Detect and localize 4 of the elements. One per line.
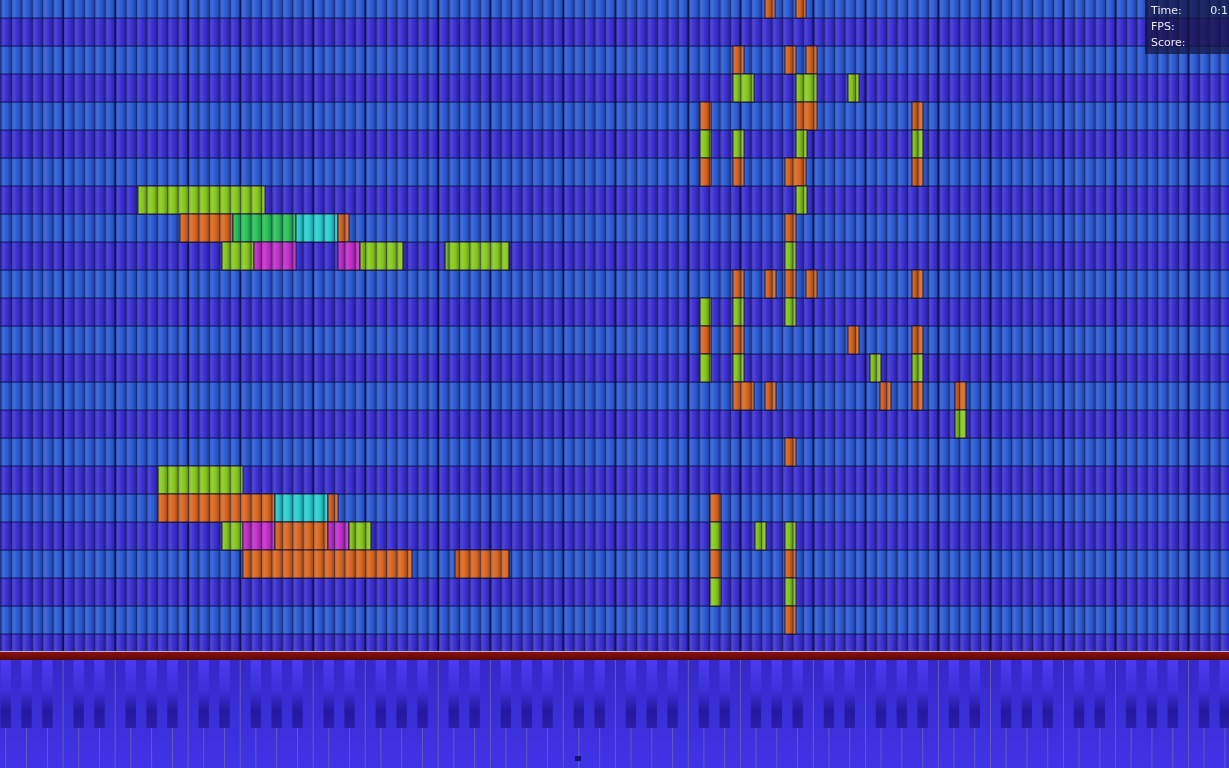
stat-label: Time: bbox=[1151, 3, 1182, 19]
stat-value: 0:1 bbox=[1210, 3, 1229, 19]
stat-label: Score: bbox=[1151, 35, 1186, 51]
stat-label: FPS: bbox=[1151, 19, 1175, 35]
